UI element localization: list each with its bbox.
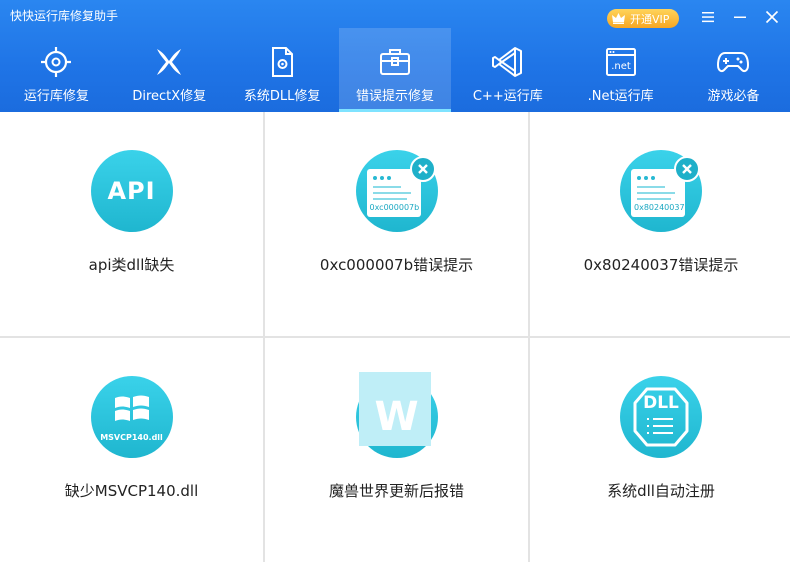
tab-cpp-runtime[interactable]: C++运行库 <box>451 28 564 112</box>
crown-icon <box>612 13 625 24</box>
minimize-button[interactable] <box>731 8 749 26</box>
close-x-icon <box>409 156 436 182</box>
menu-icon <box>702 12 714 23</box>
tab-label: 错误提示修复 <box>355 89 434 104</box>
tab-error-repair[interactable]: 错误提示修复 <box>338 28 452 112</box>
error-card-grid: API api类dll缺失 0xc000007b 0xc000007b错误提示 <box>0 112 790 562</box>
tab-directx-repair[interactable]: DirectX修复 <box>113 28 226 112</box>
tab-label: 系统DLL修复 <box>243 89 321 104</box>
tab-label: 运行库修复 <box>23 89 89 104</box>
dll-icon-text: DLL <box>643 393 679 413</box>
tab-system-dll-repair[interactable]: 系统DLL修复 <box>226 28 339 112</box>
card-label: 0xc000007b错误提示 <box>319 256 474 274</box>
windows-logo-icon: MSVCP140.dll <box>90 376 173 458</box>
card-0xc000007b-error[interactable]: 0xc000007b 0xc000007b错误提示 <box>265 112 528 336</box>
error-window-icon: 0xc000007b <box>355 150 438 232</box>
api-icon-text: API <box>107 177 156 205</box>
tab-label: C++运行库 <box>472 89 543 104</box>
card-msvcp140-missing[interactable]: MSVCP140.dll 缺少MSVCP140.dll <box>0 338 263 562</box>
wow-letter: W <box>374 394 419 440</box>
tab-dotnet-runtime[interactable]: .net .Net运行库 <box>564 28 677 112</box>
dll-file-icon <box>272 47 294 77</box>
dll-shield-icon: DLL <box>620 376 702 458</box>
tab-runtime-repair[interactable]: 运行库修复 <box>0 28 113 112</box>
app-window: 快快运行库修复助手 开通VIP 运行库修复 DirectX修复 系统DLL修复 … <box>0 0 790 562</box>
error-code-text: 0xc000007b <box>369 203 420 212</box>
visual-studio-icon <box>491 47 522 77</box>
target-icon <box>41 47 72 77</box>
card-label: 0x80240037错误提示 <box>583 256 739 274</box>
menu-button[interactable] <box>699 8 717 26</box>
error-window-icon: 0x80240037 <box>620 150 702 232</box>
directx-icon <box>157 49 182 75</box>
dotnet-icon: .net <box>605 48 636 76</box>
svg-text:.net: .net <box>611 61 631 72</box>
card-wow-update-error[interactable]: W 魔兽世界更新后报错 <box>265 338 528 562</box>
close-icon <box>765 10 779 24</box>
card-label: api类dll缺失 <box>88 256 175 274</box>
card-0x80240037-error[interactable]: 0x80240037 0x80240037错误提示 <box>530 112 790 336</box>
close-x-icon <box>674 156 700 182</box>
minimize-icon <box>734 16 746 18</box>
card-label: 缺少MSVCP140.dll <box>64 482 199 500</box>
header-bar: 快快运行库修复助手 开通VIP 运行库修复 DirectX修复 系统DLL修复 … <box>0 0 790 112</box>
card-label: 魔兽世界更新后报错 <box>328 482 464 500</box>
toolbox-icon <box>379 49 410 75</box>
error-code-text: 0x80240037 <box>634 203 685 212</box>
card-label: 系统dll自动注册 <box>607 482 715 500</box>
dll-name-text: MSVCP140.dll <box>100 433 163 442</box>
vip-button[interactable]: 开通VIP <box>607 9 679 28</box>
wow-icon: W <box>355 372 438 458</box>
tab-label: DirectX修复 <box>132 89 207 104</box>
tab-label: 游戏必备 <box>707 89 760 104</box>
gamepad-icon <box>717 52 750 73</box>
card-api-dll-missing[interactable]: API api类dll缺失 <box>0 112 263 336</box>
close-button[interactable] <box>763 8 781 26</box>
app-title: 快快运行库修复助手 <box>10 9 119 23</box>
api-icon: API <box>90 150 173 232</box>
main-tabs: 运行库修复 DirectX修复 系统DLL修复 错误提示修复 C++运行库 .n… <box>0 28 790 112</box>
tab-label: .Net运行库 <box>587 89 654 104</box>
vip-button-label: 开通VIP <box>630 12 670 26</box>
card-dll-auto-register[interactable]: DLL 系统dll自动注册 <box>530 338 790 562</box>
tab-game-essentials[interactable]: 游戏必备 <box>677 28 790 112</box>
